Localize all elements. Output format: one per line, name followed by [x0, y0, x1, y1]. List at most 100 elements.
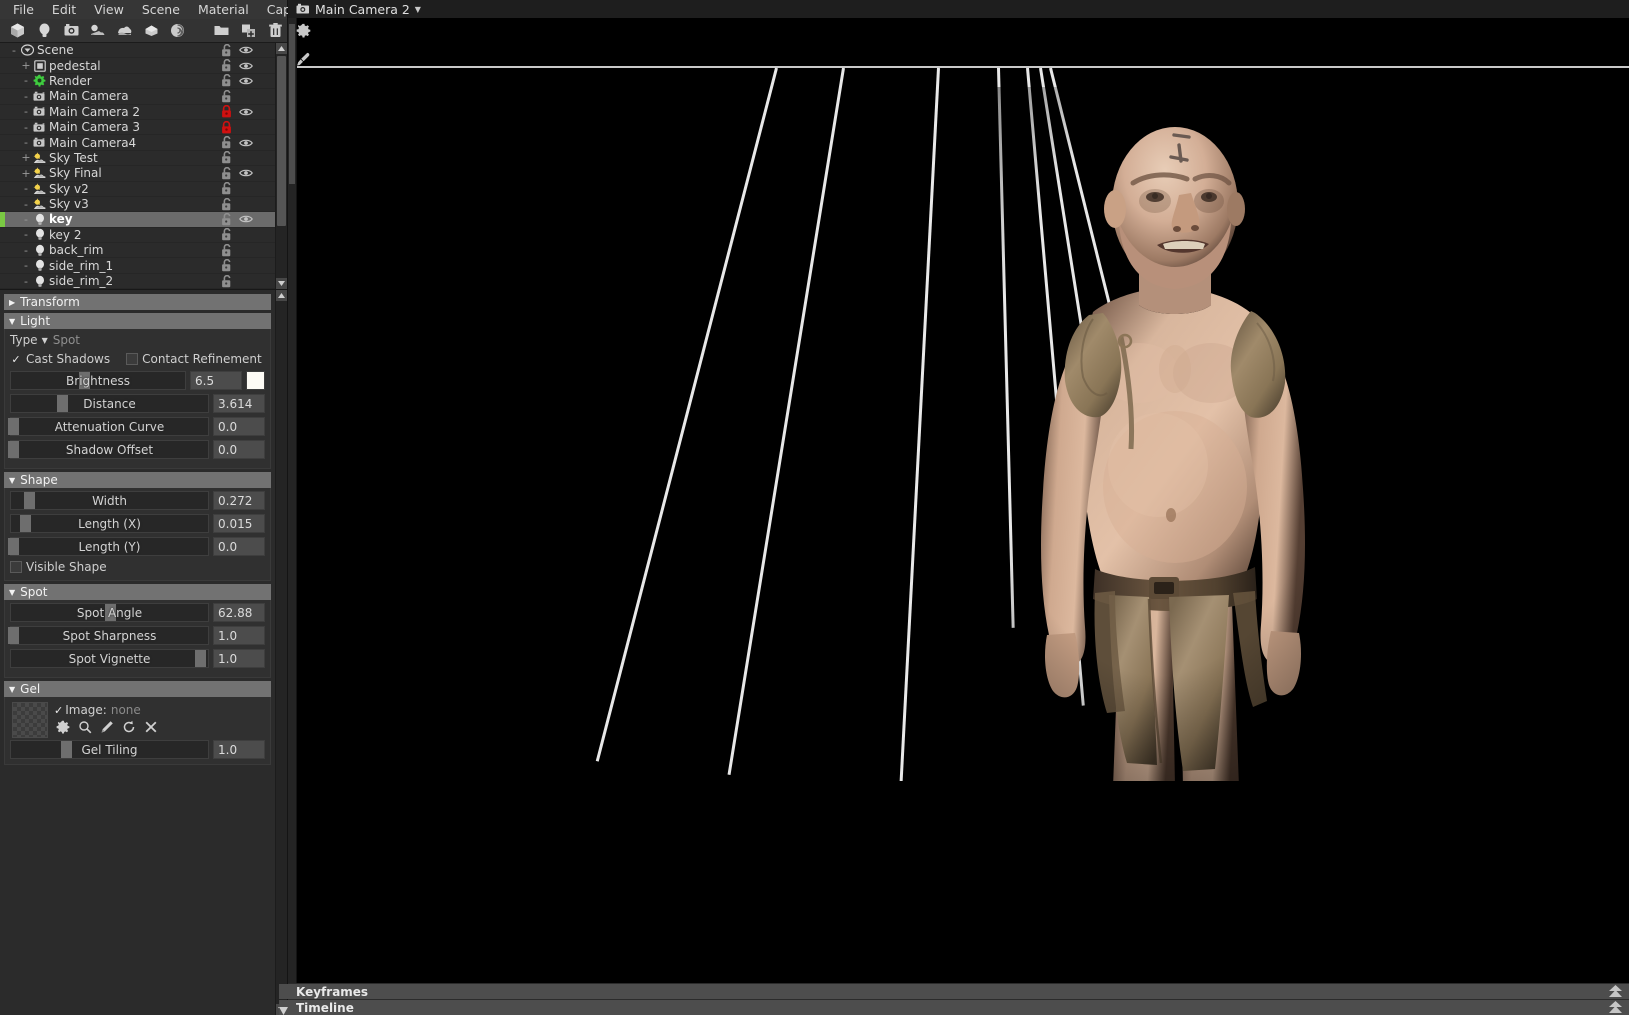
- lock-unlocked-icon[interactable]: [217, 228, 236, 242]
- distance-slider[interactable]: Distance: [10, 394, 209, 413]
- slider-handle[interactable]: [19, 515, 31, 532]
- add-mesh-button[interactable]: [6, 20, 30, 42]
- expand-toggle-icon[interactable]: +: [20, 168, 32, 179]
- length-y--slider[interactable]: Length (Y): [7, 537, 209, 556]
- scrollbar-thumb[interactable]: [277, 56, 286, 227]
- length-x--slider[interactable]: Length (X): [10, 514, 209, 533]
- collapse-toggle-icon[interactable]: -: [8, 45, 20, 56]
- tree-item-key-2[interactable]: - key 2: [0, 228, 275, 244]
- search-icon[interactable]: [78, 720, 92, 734]
- tree-item-sky-v2[interactable]: - Sky v2: [0, 182, 275, 197]
- expand-toggle-icon[interactable]: +: [20, 152, 32, 163]
- light-color-swatch[interactable]: [246, 371, 265, 390]
- slider-handle[interactable]: [61, 741, 73, 758]
- delete-button[interactable]: [263, 20, 287, 42]
- distance-value[interactable]: 3.614: [213, 394, 265, 413]
- visibility-eye-icon[interactable]: [236, 43, 255, 57]
- props-scroll-up-arrow[interactable]: [276, 290, 287, 301]
- properties-scrollbar[interactable]: [275, 290, 287, 1015]
- spot-vignette-slider[interactable]: Spot Vignette: [10, 649, 209, 668]
- scene-tree-scrollbar[interactable]: [275, 43, 287, 289]
- scene-tree[interactable]: - Scene + pedestal - Render - Main Camera - Main …: [0, 43, 275, 289]
- slider-handle[interactable]: [7, 627, 19, 644]
- gel-image-checkbox[interactable]: ✓: [54, 704, 63, 716]
- lock-unlocked-icon[interactable]: [217, 59, 236, 73]
- viewport-settings-button[interactable]: [293, 22, 313, 42]
- gel-thumbnail[interactable]: [12, 702, 48, 738]
- brightness-value[interactable]: 6.5: [190, 371, 242, 390]
- tree-item-key[interactable]: - key: [0, 212, 275, 228]
- gear-icon[interactable]: [56, 720, 70, 734]
- collapse-toggle-icon[interactable]: -: [20, 214, 32, 225]
- visibility-eye-icon[interactable]: [236, 105, 255, 119]
- menu-scene[interactable]: Scene: [133, 1, 189, 19]
- spot-sharpness-value[interactable]: 1.0: [213, 626, 265, 645]
- keyframes-bar[interactable]: Keyframes: [279, 983, 1629, 999]
- chevron-down-icon[interactable]: ▼: [415, 5, 421, 14]
- contact-refinement-checkbox[interactable]: [126, 353, 139, 365]
- add-fog-button[interactable]: [113, 20, 137, 42]
- shadow-offset-value[interactable]: 0.0: [213, 440, 265, 459]
- lock-unlocked-icon[interactable]: [217, 259, 236, 273]
- lock-unlocked-icon[interactable]: [217, 274, 236, 288]
- menu-edit[interactable]: Edit: [43, 1, 85, 19]
- refresh-icon[interactable]: [122, 720, 136, 734]
- tree-item-sky-test[interactable]: + Sky Test: [0, 151, 275, 167]
- lock-unlocked-icon[interactable]: [217, 182, 236, 196]
- lock-unlocked-icon[interactable]: [217, 212, 236, 226]
- lock-locked-icon[interactable]: [217, 120, 236, 134]
- transform-header[interactable]: ▶ Transform: [4, 294, 271, 310]
- lock-unlocked-icon[interactable]: [217, 43, 236, 57]
- visibility-eye-icon[interactable]: [236, 136, 255, 150]
- attenuation-curve-value[interactable]: 0.0: [213, 417, 265, 436]
- slider-handle[interactable]: [7, 418, 19, 435]
- width-slider[interactable]: Width: [10, 491, 209, 510]
- timeline-bar[interactable]: Timeline: [279, 999, 1629, 1015]
- collapse-toggle-icon[interactable]: -: [20, 137, 32, 148]
- lock-unlocked-icon[interactable]: [217, 89, 236, 103]
- collapse-toggle-icon[interactable]: -: [20, 106, 32, 117]
- collapse-toggle-icon[interactable]: -: [20, 75, 32, 86]
- lock-unlocked-icon[interactable]: [217, 136, 236, 150]
- slider-handle[interactable]: [7, 441, 19, 458]
- tree-item-sky-v3[interactable]: - Sky v3: [0, 197, 275, 213]
- add-material-button[interactable]: [166, 20, 190, 42]
- tree-item-side-rim-1[interactable]: - side_rim_1: [0, 258, 275, 274]
- spot-header[interactable]: ▼ Spot: [4, 584, 271, 600]
- scrollbar-track[interactable]: [276, 54, 287, 278]
- tree-item-side-rim-2[interactable]: - side_rim_2: [0, 274, 275, 289]
- menu-file[interactable]: File: [4, 1, 43, 19]
- timeline-expand-icon[interactable]: [1607, 1000, 1624, 1015]
- tree-item-back-rim[interactable]: - back_rim: [0, 243, 275, 259]
- lock-locked-icon[interactable]: [217, 105, 236, 119]
- tree-item-render[interactable]: - Render: [0, 74, 275, 90]
- viewport-paint-button[interactable]: [293, 51, 313, 71]
- add-camera-button[interactable]: [59, 20, 83, 42]
- tree-item-main-camera-2[interactable]: - Main Camera 2: [0, 105, 275, 120]
- slider-handle[interactable]: [57, 395, 69, 412]
- pencil-icon[interactable]: [100, 720, 114, 734]
- close-icon[interactable]: [144, 720, 158, 734]
- width-value[interactable]: 0.272: [213, 491, 265, 510]
- spot-vignette-value[interactable]: 1.0: [213, 649, 265, 668]
- add-sky-button[interactable]: [86, 20, 110, 42]
- visibility-eye-icon[interactable]: [236, 212, 255, 226]
- shape-header[interactable]: ▼ Shape: [4, 472, 271, 488]
- tree-item-main-camera4[interactable]: - Main Camera4: [0, 135, 275, 151]
- duplicate-button[interactable]: [237, 20, 261, 42]
- lock-unlocked-icon[interactable]: [217, 197, 236, 211]
- visible-shape-checkbox[interactable]: [10, 561, 22, 573]
- collapse-toggle-icon[interactable]: -: [20, 122, 32, 133]
- gel-tiling-value[interactable]: 1.0: [213, 740, 265, 759]
- new-folder-button[interactable]: [210, 20, 234, 42]
- keyframes-expand-icon[interactable]: [1607, 984, 1624, 999]
- scroll-down-arrow[interactable]: [276, 278, 287, 289]
- light-type-row[interactable]: Type ▼ Spot: [10, 332, 265, 348]
- attenuation-curve-slider[interactable]: Attenuation Curve: [7, 417, 209, 436]
- collapse-toggle-icon[interactable]: -: [20, 276, 32, 287]
- visibility-eye-icon[interactable]: [236, 74, 255, 88]
- visibility-eye-icon[interactable]: [236, 59, 255, 73]
- spot-sharpness-slider[interactable]: Spot Sharpness: [7, 626, 209, 645]
- expand-toggle-icon[interactable]: +: [20, 60, 32, 71]
- viewport-canvas[interactable]: [297, 18, 1629, 983]
